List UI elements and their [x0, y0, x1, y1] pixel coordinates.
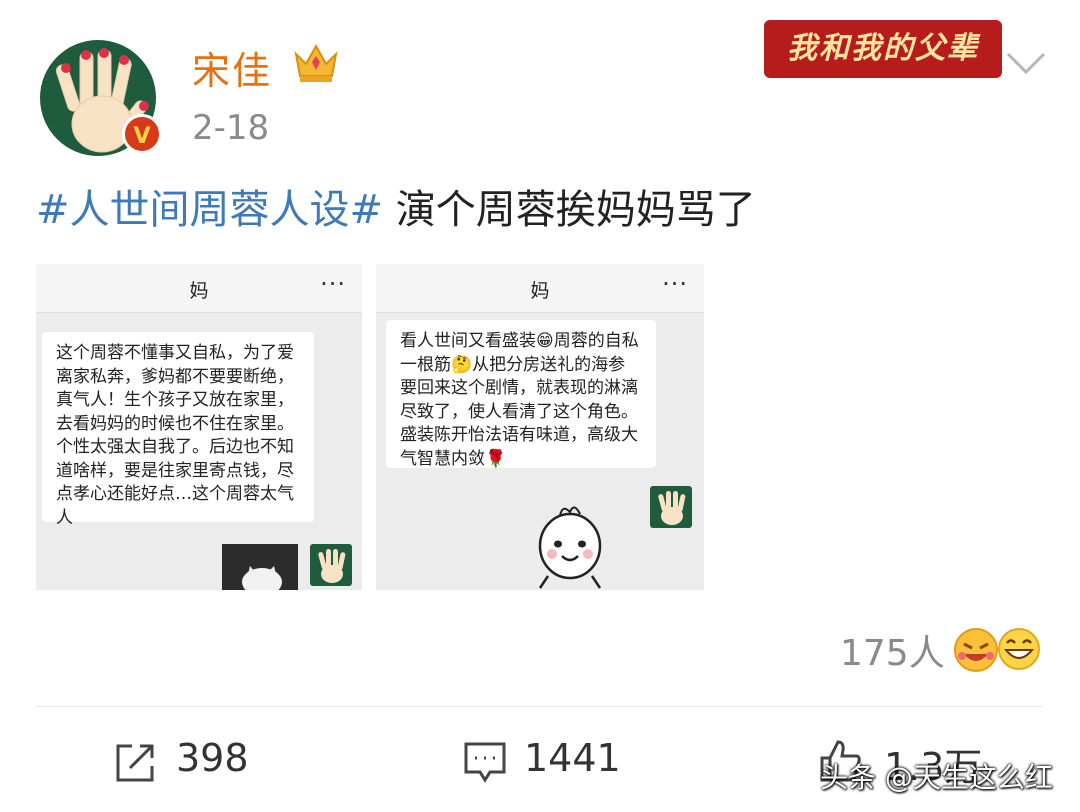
watermark: 头条 @天生这么红	[820, 761, 1053, 794]
comment-icon[interactable]	[462, 740, 508, 786]
divider	[36, 706, 1042, 707]
chat-header: 妈 ···	[36, 264, 362, 313]
chevron-down-icon[interactable]	[1004, 48, 1048, 78]
verified-badge: V	[122, 114, 162, 154]
smiley-sticker	[530, 496, 614, 590]
post-text: #人世间周蓉人设# 演个周蓉挨妈妈骂了	[36, 180, 756, 240]
sender-avatar	[310, 544, 352, 586]
comment-count[interactable]: 1441	[524, 736, 621, 780]
share-count[interactable]: 398	[176, 736, 249, 780]
more-icon: ···	[662, 270, 688, 298]
share-icon[interactable]	[112, 740, 158, 786]
chat-header: 妈 ···	[376, 264, 704, 313]
chat-title: 妈	[189, 280, 209, 302]
crown-icon	[292, 40, 340, 86]
post-image-1[interactable]: 妈 ··· 这个周蓉不懂事又自私，为了爱离家私奔，爹妈都不要要断绝，真气人！生个…	[36, 264, 362, 590]
cat-sticker	[222, 544, 298, 590]
like-users-count[interactable]: 175人	[840, 624, 945, 676]
grin-emoji-icon	[996, 626, 1042, 672]
sender-avatar	[650, 486, 692, 528]
username[interactable]: 宋佳	[192, 40, 272, 95]
chat-bubble: 看人世间又看盛装😁周蓉的自私一根筋🤔从把分房送礼的海参要回来这个剧情，就表现的淋…	[386, 320, 656, 469]
movie-banner[interactable]: 我和我的父辈	[764, 20, 1002, 78]
more-icon: ···	[320, 270, 346, 298]
laugh-emoji-icon	[952, 626, 1000, 674]
post-body: 演个周蓉挨妈妈骂了	[383, 187, 756, 233]
chat-title: 妈	[530, 280, 550, 302]
post-image-2[interactable]: 妈 ··· 看人世间又看盛装😁周蓉的自私一根筋🤔从把分房送礼的海参要回来这个剧情…	[376, 264, 704, 590]
post-time: 2-18	[192, 108, 270, 148]
chat-bubble: 这个周蓉不懂事又自私，为了爱离家私奔，爹妈都不要要断绝，真气人！生个孩子又放在家…	[42, 332, 314, 528]
hashtag-link[interactable]: #人世间周蓉人设#	[36, 187, 383, 233]
